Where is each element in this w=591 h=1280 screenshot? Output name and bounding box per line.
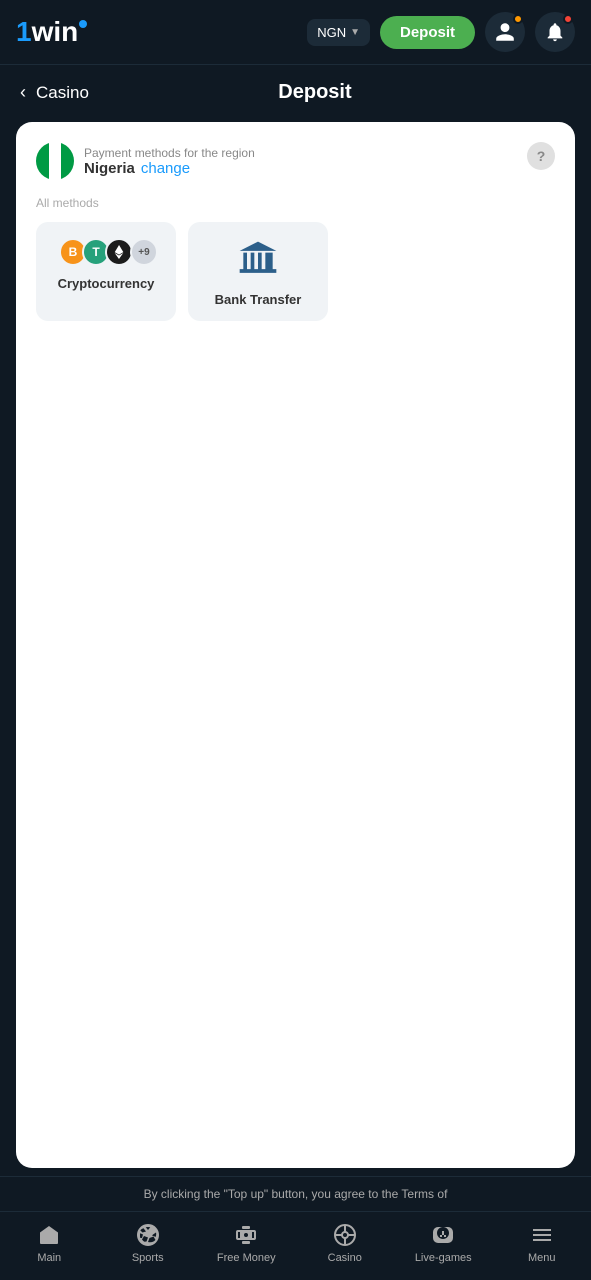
nav-item-live-games[interactable]: Live-games <box>413 1222 473 1264</box>
profile-button[interactable] <box>485 12 525 52</box>
casino-icon <box>332 1222 358 1248</box>
bottom-nav: Main Sports Free Money Casino Live-games… <box>0 1211 591 1280</box>
nav-item-free-money[interactable]: Free Money <box>216 1222 276 1264</box>
region-label: Payment methods for the region <box>84 146 255 160</box>
breadcrumb-casino[interactable]: Casino <box>36 83 89 103</box>
bank-icon <box>236 238 280 282</box>
nav-item-menu[interactable]: Menu <box>512 1222 572 1264</box>
menu-icon <box>529 1222 555 1248</box>
method-card-cryptocurrency[interactable]: B T +9 Cryptocurrency <box>36 222 176 321</box>
nav-label-menu: Menu <box>528 1252 556 1264</box>
nav-item-sports[interactable]: Sports <box>118 1222 178 1264</box>
logo: 1win <box>16 16 87 48</box>
deposit-button[interactable]: Deposit <box>380 16 475 49</box>
header: 1win NGN ▼ Deposit <box>0 0 591 65</box>
more-crypto-icon: +9 <box>130 238 158 266</box>
help-button[interactable]: ? <box>527 142 555 170</box>
region-left: Payment methods for the region Nigeria ch… <box>36 142 255 180</box>
terms-bar: By clicking the "Top up" button, you agr… <box>0 1176 591 1211</box>
region-name-text: Nigeria <box>84 160 135 177</box>
region-text: Payment methods for the region Nigeria ch… <box>84 146 255 177</box>
cryptocurrency-label: Cryptocurrency <box>58 276 155 291</box>
bank-icon-wrapper <box>233 238 283 282</box>
nav-label-sports: Sports <box>132 1252 164 1264</box>
bell-icon <box>544 21 566 43</box>
nav-label-live-games: Live-games <box>415 1252 472 1264</box>
free-money-icon <box>233 1222 259 1248</box>
chevron-down-icon: ▼ <box>350 27 360 38</box>
change-link[interactable]: change <box>141 160 190 177</box>
region-header: Payment methods for the region Nigeria ch… <box>36 142 555 180</box>
profile-icon <box>494 21 516 43</box>
terms-text: By clicking the "Top up" button, you agr… <box>144 1187 448 1201</box>
nav-label-casino: Casino <box>328 1252 362 1264</box>
notifications-badge <box>563 14 573 24</box>
nav-item-casino[interactable]: Casino <box>315 1222 375 1264</box>
header-right: NGN ▼ Deposit <box>307 12 575 52</box>
methods-grid: B T +9 Cryptocurrency Bank Transfer <box>36 222 555 321</box>
live-games-icon <box>430 1222 456 1248</box>
bank-transfer-label: Bank Transfer <box>215 292 302 307</box>
nav-label-free-money: Free Money <box>217 1252 276 1264</box>
currency-label: NGN <box>317 25 346 40</box>
logo-dot <box>79 20 87 28</box>
sports-icon <box>135 1222 161 1248</box>
nav-item-main[interactable]: Main <box>19 1222 79 1264</box>
notifications-button[interactable] <box>535 12 575 52</box>
page-nav: ‹ Casino Deposit <box>0 65 591 114</box>
payment-card: Payment methods for the region Nigeria ch… <box>16 122 575 1168</box>
method-card-bank-transfer[interactable]: Bank Transfer <box>188 222 328 321</box>
nigeria-flag-icon <box>36 142 74 180</box>
nav-label-main: Main <box>37 1252 61 1264</box>
page-title: Deposit <box>99 81 531 104</box>
all-methods-label: All methods <box>36 196 555 210</box>
crypto-icons: B T +9 <box>59 238 153 266</box>
back-button[interactable]: ‹ <box>20 82 26 103</box>
main-icon <box>36 1222 62 1248</box>
ethereum-icon <box>105 238 133 266</box>
profile-badge <box>513 14 523 24</box>
currency-selector[interactable]: NGN ▼ <box>307 19 370 46</box>
region-name: Nigeria change <box>84 160 255 177</box>
